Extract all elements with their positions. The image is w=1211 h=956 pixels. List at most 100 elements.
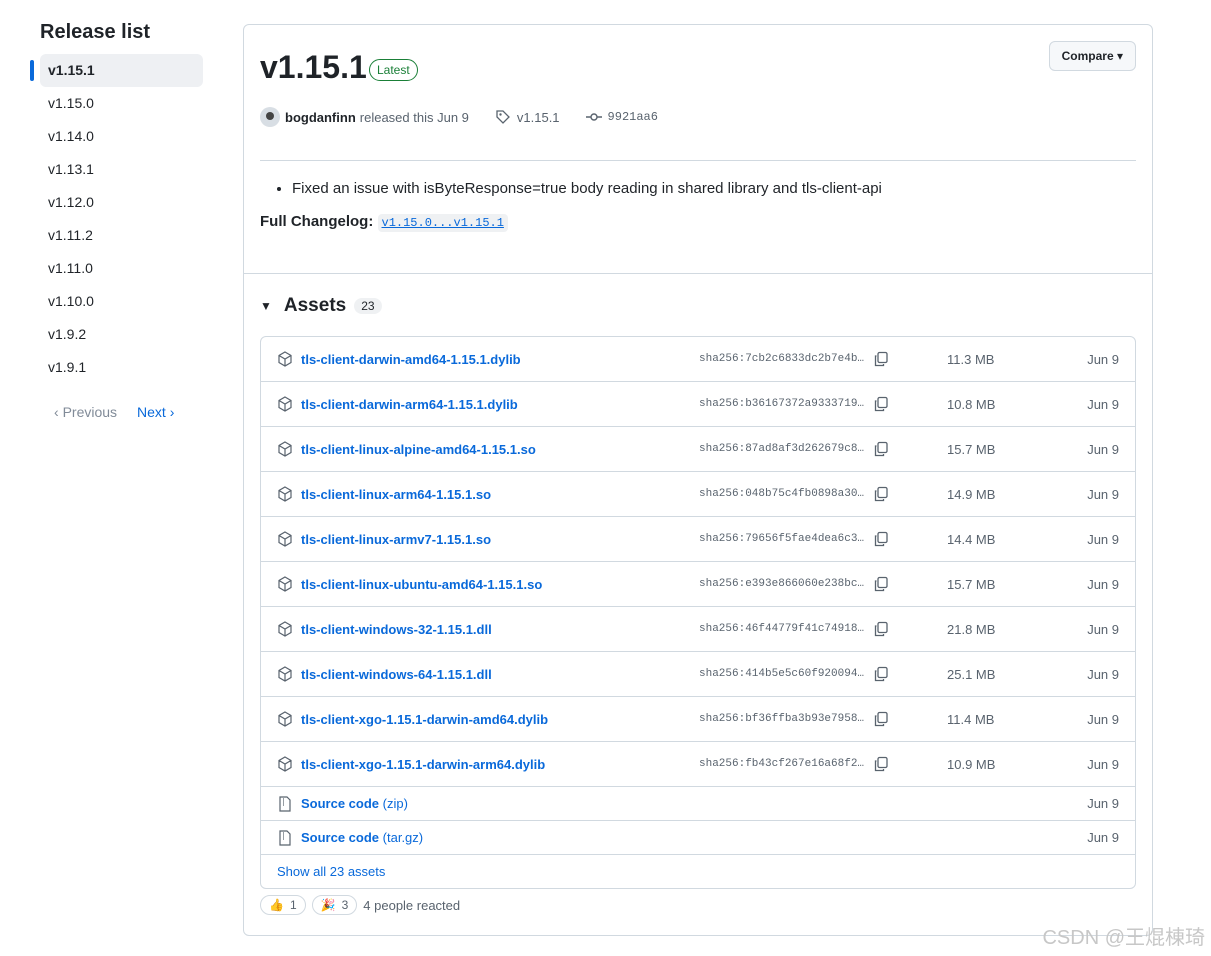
asset-sha: sha256:79656f5fae4dea6c3… bbox=[699, 533, 865, 545]
asset-sha: sha256:87ad8af3d262679c8… bbox=[699, 443, 865, 455]
asset-date: Jun 9 bbox=[1087, 621, 1119, 637]
watermark: CSDN @王焜棟琦 bbox=[1042, 927, 1205, 949]
asset-link[interactable]: tls-client-darwin-amd64-1.15.1.dylib bbox=[301, 352, 521, 367]
package-icon bbox=[277, 576, 293, 592]
tag-icon bbox=[496, 110, 510, 124]
asset-row: tls-client-linux-alpine-amd64-1.15.1.so s… bbox=[261, 427, 1135, 472]
release-meta: bogdanfinn released this Jun 9 v1.15.1 9… bbox=[260, 107, 658, 127]
asset-size: 21.8 MB bbox=[947, 621, 996, 637]
tag-link[interactable]: v1.15.1 bbox=[495, 109, 560, 125]
asset-date: Jun 9 bbox=[1087, 441, 1119, 457]
asset-date: Jun 9 bbox=[1087, 711, 1119, 727]
asset-size: 15.7 MB bbox=[947, 576, 996, 592]
asset-sha: sha256:fb43cf267e16a68f2… bbox=[699, 758, 865, 770]
copy-icon[interactable] bbox=[873, 396, 889, 412]
asset-link[interactable]: tls-client-windows-64-1.15.1.dll bbox=[301, 667, 492, 682]
sidebar-item-release[interactable]: v1.11.0 bbox=[30, 252, 210, 285]
sidebar-item-release[interactable]: v1.11.2 bbox=[30, 219, 210, 252]
sidebar-item-release[interactable]: v1.15.1 bbox=[30, 54, 203, 87]
source-link[interactable]: Source code (tar.gz) bbox=[301, 830, 423, 845]
next-button[interactable]: Next › bbox=[137, 404, 174, 420]
reactions: 👍 1 🎉 3 4 people reacted bbox=[260, 895, 460, 915]
asset-row: tls-client-linux-ubuntu-amd64-1.15.1.so s… bbox=[261, 562, 1135, 607]
asset-date: Jun 9 bbox=[1087, 486, 1119, 502]
sidebar-item-release[interactable]: v1.12.0 bbox=[30, 186, 210, 219]
asset-size: 25.1 MB bbox=[947, 666, 996, 682]
assets-count: 23 bbox=[354, 298, 382, 314]
sidebar-item-release[interactable]: v1.9.1 bbox=[30, 351, 210, 384]
triangle-down-icon: ▼ bbox=[260, 299, 272, 313]
package-icon bbox=[277, 756, 293, 772]
source-link[interactable]: Source code (zip) bbox=[301, 796, 408, 811]
author-link[interactable]: bogdanfinn bbox=[285, 110, 356, 125]
show-all-row: Show all 23 assets bbox=[261, 855, 1135, 888]
copy-icon[interactable] bbox=[873, 756, 889, 772]
copy-icon[interactable] bbox=[873, 621, 889, 637]
copy-icon[interactable] bbox=[873, 531, 889, 547]
asset-date: Jun 9 bbox=[1087, 351, 1119, 367]
copy-icon[interactable] bbox=[873, 576, 889, 592]
source-row: Source code (zip) Jun 9 bbox=[261, 787, 1135, 821]
copy-icon[interactable] bbox=[873, 711, 889, 727]
reaction-thumbs-up[interactable]: 👍 1 bbox=[260, 895, 306, 915]
assets-toggle[interactable]: ▼ Assets 23 bbox=[260, 295, 382, 317]
copy-icon[interactable] bbox=[873, 441, 889, 457]
asset-link[interactable]: tls-client-linux-alpine-amd64-1.15.1.so bbox=[301, 442, 536, 457]
asset-row: tls-client-linux-arm64-1.15.1.so sha256:0… bbox=[261, 472, 1135, 517]
asset-date: Jun 9 bbox=[1087, 396, 1119, 412]
compare-button[interactable]: Compare ▾ bbox=[1048, 41, 1136, 71]
source-date: Jun 9 bbox=[1087, 830, 1119, 845]
asset-sha: sha256:46f44779f41c74918… bbox=[699, 623, 865, 635]
release-card: v1.15.1 Latest Compare ▾ bogdanfinn rele… bbox=[243, 24, 1153, 936]
release-list: v1.15.1 v1.15.0 v1.14.0 v1.13.1 v1.12.0 v1.11… bbox=[30, 54, 210, 384]
asset-row: tls-client-xgo-1.15.1-darwin-amd64.dylib… bbox=[261, 697, 1135, 742]
released-text: released this Jun 9 bbox=[359, 109, 469, 125]
asset-row: tls-client-windows-32-1.15.1.dll sha256:4… bbox=[261, 607, 1135, 652]
file-zip-icon bbox=[277, 795, 293, 812]
reactions-summary: 4 people reacted bbox=[363, 897, 461, 913]
avatar[interactable] bbox=[260, 107, 280, 127]
asset-link[interactable]: tls-client-windows-32-1.15.1.dll bbox=[301, 622, 492, 637]
full-changelog: Full Changelog: v1.15.0...v1.15.1 bbox=[260, 213, 882, 232]
note-item: Fixed an issue with isByteResponse=true … bbox=[292, 175, 882, 203]
show-all-assets-link[interactable]: Show all 23 assets bbox=[277, 864, 385, 879]
package-icon bbox=[277, 486, 293, 502]
asset-date: Jun 9 bbox=[1087, 756, 1119, 772]
package-icon bbox=[277, 666, 293, 682]
sidebar-item-release[interactable]: v1.13.1 bbox=[30, 153, 210, 186]
asset-row: tls-client-darwin-amd64-1.15.1.dylib sha2… bbox=[261, 337, 1135, 382]
latest-badge: Latest bbox=[369, 59, 418, 81]
asset-size: 15.7 MB bbox=[947, 441, 996, 457]
sidebar-item-release[interactable]: v1.10.0 bbox=[30, 285, 210, 318]
sidebar-item-release[interactable]: v1.15.0 bbox=[30, 87, 210, 120]
asset-size: 14.9 MB bbox=[947, 486, 996, 502]
asset-row: tls-client-xgo-1.15.1-darwin-arm64.dylib… bbox=[261, 742, 1135, 787]
asset-date: Jun 9 bbox=[1087, 576, 1119, 592]
thumbs-up-icon: 👍 bbox=[269, 898, 284, 912]
package-icon bbox=[277, 711, 293, 727]
sidebar-item-release[interactable]: v1.9.2 bbox=[30, 318, 210, 351]
commit-link[interactable]: 9921aa6 bbox=[585, 109, 658, 125]
asset-link[interactable]: tls-client-linux-ubuntu-amd64-1.15.1.so bbox=[301, 577, 542, 592]
asset-link[interactable]: tls-client-darwin-arm64-1.15.1.dylib bbox=[301, 397, 518, 412]
assets-list: tls-client-darwin-amd64-1.15.1.dylib sha2… bbox=[260, 336, 1136, 889]
asset-link[interactable]: tls-client-xgo-1.15.1-darwin-arm64.dylib bbox=[301, 757, 545, 772]
release-notes: Fixed an issue with isByteResponse=true … bbox=[260, 175, 882, 232]
reaction-tada[interactable]: 🎉 3 bbox=[311, 895, 358, 915]
package-icon bbox=[277, 621, 293, 637]
asset-sha: sha256:7cb2c6833dc2b7e4b… bbox=[699, 353, 865, 365]
sidebar-item-release[interactable]: v1.14.0 bbox=[30, 120, 210, 153]
tada-icon: 🎉 bbox=[320, 898, 336, 912]
asset-link[interactable]: tls-client-linux-arm64-1.15.1.so bbox=[301, 487, 491, 502]
copy-icon[interactable] bbox=[873, 486, 889, 502]
copy-icon[interactable] bbox=[873, 351, 889, 367]
copy-icon[interactable] bbox=[873, 666, 889, 682]
release-list-sidebar: Release list v1.15.1 v1.15.0 v1.14.0 v1.13.… bbox=[30, 20, 210, 420]
asset-link[interactable]: tls-client-xgo-1.15.1-darwin-amd64.dylib bbox=[301, 712, 548, 727]
changelog-link[interactable]: v1.15.0...v1.15.1 bbox=[377, 214, 508, 232]
package-icon bbox=[277, 351, 293, 367]
asset-link[interactable]: tls-client-linux-armv7-1.15.1.so bbox=[301, 532, 491, 547]
divider bbox=[260, 160, 1136, 161]
asset-date: Jun 9 bbox=[1087, 666, 1119, 682]
asset-size: 11.4 MB bbox=[947, 711, 995, 727]
